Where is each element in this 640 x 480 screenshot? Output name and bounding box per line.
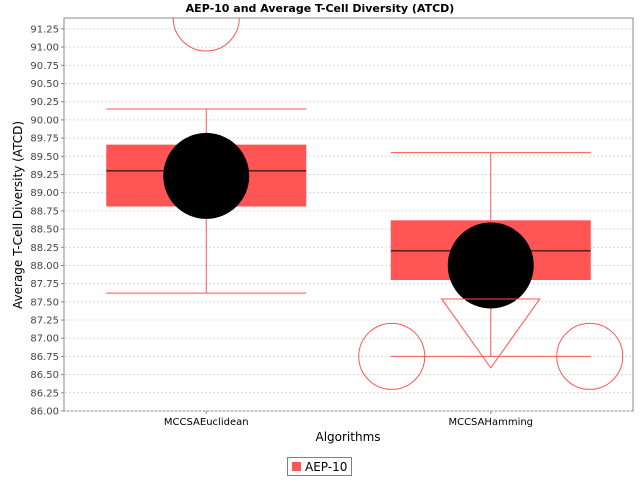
- plot-area: [63, 17, 634, 412]
- y-tick-label: 89.50: [30, 152, 59, 163]
- y-tick-label: 88.00: [30, 261, 59, 272]
- x-tick-label: MCCSAEuclidean: [164, 417, 249, 428]
- y-tick-label: 86.00: [30, 407, 59, 418]
- y-tick-label: 89.25: [30, 170, 59, 181]
- x-tick-label: MCCSAHamming: [448, 417, 533, 428]
- y-tick-label: 86.50: [30, 370, 59, 381]
- y-tick-label: 87.25: [30, 316, 59, 327]
- legend: AEP-10: [287, 457, 353, 476]
- legend-label-aep-10: AEP-10: [305, 459, 348, 474]
- y-tick-label: 90.75: [30, 61, 59, 72]
- y-tick-label: 91.25: [30, 24, 59, 35]
- y-tick-label: 89.75: [30, 134, 59, 145]
- y-tick-label: 86.25: [30, 388, 59, 399]
- y-tick-label: 91.00: [30, 43, 59, 54]
- y-tick-label: 90.25: [30, 97, 59, 108]
- chart-title: AEP-10 and Average T-Cell Diversity (ATC…: [186, 2, 455, 15]
- x-axis-ticks: MCCSAEuclidean MCCSAHamming: [164, 411, 533, 428]
- y-tick-label: 88.75: [30, 206, 59, 217]
- y-axis-ticks: 86.00 86.25 86.50 86.75 87.00 87.25 87.50 87.75…: [30, 24, 64, 418]
- y-tick-label: 87.00: [30, 334, 59, 345]
- mean-marker: [447, 222, 534, 309]
- y-tick-label: 88.50: [30, 225, 59, 236]
- mean-marker: [163, 132, 250, 219]
- y-tick-label: 87.75: [30, 279, 59, 290]
- box-plot-chart: AEP-10 and Average T-Cell Diversity (ATC…: [11, 2, 634, 444]
- y-tick-label: 86.75: [30, 352, 59, 363]
- x-axis-label: Algorithms: [315, 430, 380, 444]
- y-tick-label: 90.00: [30, 115, 59, 126]
- y-tick-label: 87.50: [30, 297, 59, 308]
- legend-swatch-aep-10: [292, 462, 301, 471]
- y-axis-label: Average T-Cell Diversity (ATCD): [11, 121, 25, 309]
- y-tick-label: 90.50: [30, 79, 59, 90]
- y-tick-label: 88.25: [30, 243, 59, 254]
- y-tick-label: 89.00: [30, 188, 59, 199]
